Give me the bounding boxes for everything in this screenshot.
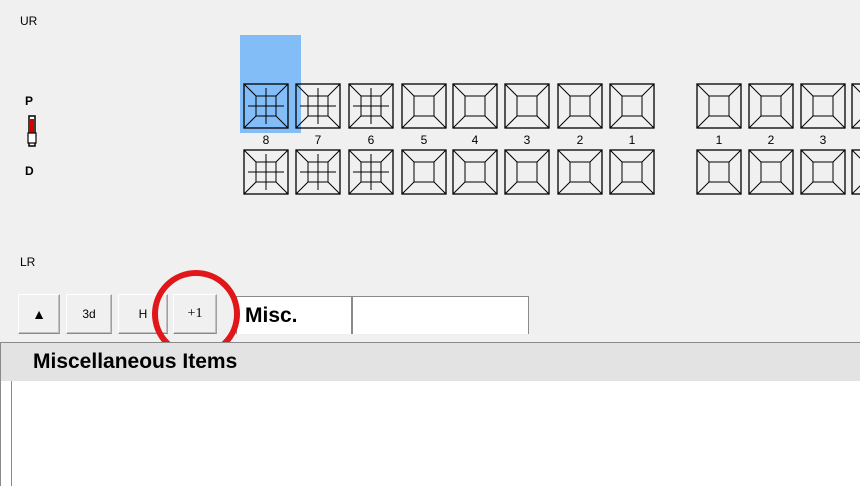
- tooth-number: 5: [420, 133, 428, 147]
- upper-tooth[interactable]: [747, 82, 795, 130]
- upper-tooth[interactable]: [799, 82, 847, 130]
- side-label-p: P: [25, 94, 34, 108]
- upper-tooth[interactable]: [503, 82, 551, 130]
- upper-tooth[interactable]: [608, 82, 656, 130]
- lower-tooth[interactable]: [695, 148, 743, 196]
- lower-tooth[interactable]: [294, 148, 342, 196]
- upper-right-label: UR: [20, 14, 38, 28]
- upper-tooth[interactable]: [294, 82, 342, 130]
- tooth-number: 6: [367, 133, 375, 147]
- tooth-number: 8: [262, 133, 270, 147]
- up-arrow-button[interactable]: ▲: [18, 294, 60, 334]
- panel-divider: [11, 381, 12, 486]
- 3d-button[interactable]: 3d: [66, 294, 112, 334]
- lower-tooth[interactable]: [799, 148, 847, 196]
- lower-tooth[interactable]: [503, 148, 551, 196]
- lower-tooth[interactable]: [242, 148, 290, 196]
- tooth-number: 2: [767, 133, 775, 147]
- upper-tooth[interactable]: [242, 82, 290, 130]
- tooth-number: 2: [576, 133, 584, 147]
- misc-panel: Miscellaneous Items: [0, 342, 860, 486]
- plus-one-button[interactable]: +1: [173, 294, 217, 334]
- upper-tooth[interactable]: [400, 82, 448, 130]
- lower-tooth[interactable]: [747, 148, 795, 196]
- tab-misc[interactable]: Misc.: [236, 296, 352, 334]
- tooth-number: 4: [471, 133, 479, 147]
- lower-tooth[interactable]: [400, 148, 448, 196]
- tooth-number: 3: [819, 133, 827, 147]
- panel-title: Miscellaneous Items: [1, 343, 860, 381]
- tooth-number: 1: [628, 133, 636, 147]
- side-label-d: D: [25, 164, 34, 178]
- tooth-chart: UR LR P D 8 7 6 5 4 3 2 1 1 2 3: [0, 0, 860, 290]
- upper-tooth[interactable]: [850, 82, 860, 130]
- upper-tooth[interactable]: [556, 82, 604, 130]
- tooth-number: 7: [314, 133, 322, 147]
- lower-tooth[interactable]: [556, 148, 604, 196]
- tab-blank[interactable]: [352, 296, 529, 334]
- upper-tooth[interactable]: [695, 82, 743, 130]
- upper-tooth[interactable]: [347, 82, 395, 130]
- lower-tooth[interactable]: [850, 148, 860, 196]
- lower-right-label: LR: [20, 255, 36, 269]
- lower-tooth[interactable]: [347, 148, 395, 196]
- lower-tooth[interactable]: [608, 148, 656, 196]
- lower-tooth[interactable]: [451, 148, 499, 196]
- tab-misc-label: Misc.: [245, 303, 298, 327]
- tooth-number: 3: [523, 133, 531, 147]
- tooth-number: 1: [715, 133, 723, 147]
- tab-strip: ▲ 3d H +1 Misc.: [0, 290, 860, 342]
- upper-tooth[interactable]: [451, 82, 499, 130]
- surface-slider[interactable]: [24, 113, 40, 149]
- up-arrow-icon: ▲: [32, 306, 46, 322]
- h-button[interactable]: H: [118, 294, 168, 334]
